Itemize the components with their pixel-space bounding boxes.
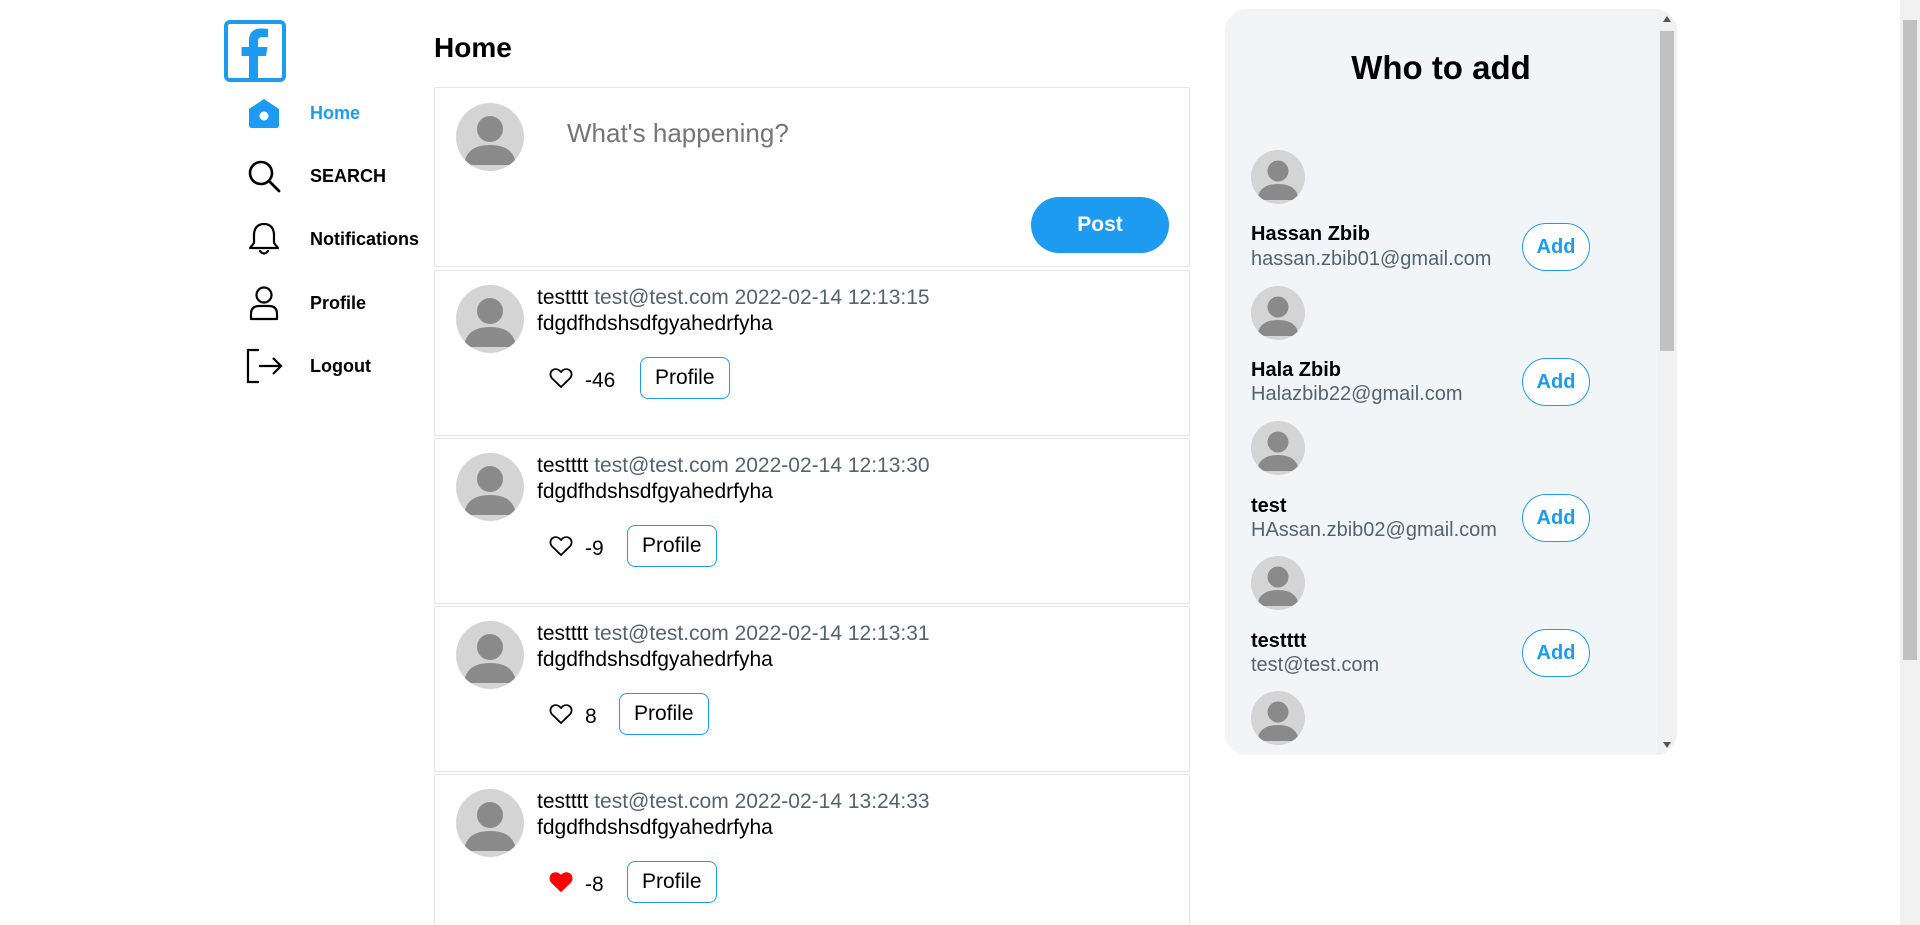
panel-scroll-thumb[interactable] [1660, 31, 1674, 351]
post-author-email: test@test.com [594, 790, 729, 813]
post-date: 2022-02-14 12:13:15 [734, 286, 930, 309]
post-date: 2022-02-14 12:13:31 [734, 622, 930, 645]
suggest-user-name: test [1251, 495, 1287, 517]
heart-icon [549, 535, 573, 562]
post-header: testttt test@test.com 2022-02-14 12:13:3… [537, 454, 930, 478]
post-author-name: testttt [537, 790, 589, 813]
facebook-logo-icon[interactable] [224, 20, 286, 82]
like-button[interactable]: -8 [549, 871, 604, 898]
sidebar-item-profile[interactable]: Profile [244, 278, 444, 328]
sidebar-item-label: Home [310, 102, 361, 123]
sidebar-item-label: SEARCH [310, 165, 387, 186]
like-count: -9 [585, 536, 604, 560]
heart-icon [549, 703, 573, 730]
avatar[interactable] [1251, 150, 1305, 204]
post-card: testttt test@test.com 2022-02-14 12:13:3… [434, 438, 1190, 604]
who-to-add-panel: Who to add Hassan Zbib hassan.zbib01@gma… [1225, 9, 1677, 755]
avatar[interactable] [456, 789, 524, 857]
avatar[interactable] [1251, 286, 1305, 340]
avatar[interactable] [1251, 691, 1305, 745]
post-composer: Post [434, 87, 1190, 267]
post-author-email: test@test.com [594, 622, 729, 645]
profile-button[interactable]: Profile [627, 861, 717, 903]
suggest-user-email: Halazbib22@gmail.com [1251, 383, 1463, 405]
post-text: fdgdfhdshsdfgyahedrfyha [537, 816, 773, 839]
like-count: -8 [585, 872, 604, 896]
post-header: testttt test@test.com 2022-02-14 13:24:3… [537, 790, 930, 814]
add-user-button[interactable]: Add [1522, 494, 1590, 542]
sidebar-item-home[interactable]: Home [244, 88, 444, 138]
sidebar-item-label: Notifications [310, 228, 420, 249]
suggest-user-email: hassan.zbib01@gmail.com [1251, 248, 1492, 270]
suggest-user-name: Hala Zbib [1251, 359, 1342, 381]
page-scroll-thumb[interactable] [1903, 20, 1917, 660]
suggest-user-email: HAssan.zbib02@gmail.com [1251, 519, 1497, 541]
compose-input[interactable] [567, 118, 1127, 149]
panel-title: Who to add [1351, 49, 1531, 86]
home-icon [244, 93, 284, 133]
profile-button[interactable]: Profile [627, 525, 717, 567]
sidebar-item-logout[interactable]: Logout [244, 341, 444, 391]
avatar[interactable] [1251, 556, 1305, 610]
scroll-down-icon[interactable] [1663, 742, 1671, 748]
post-card: testttt test@test.com 2022-02-14 12:13:3… [434, 606, 1190, 772]
heart-icon [549, 367, 573, 394]
add-user-button[interactable]: Add [1522, 629, 1590, 677]
heart-filled-icon [549, 871, 573, 898]
logout-icon [244, 346, 284, 386]
sidebar-item-notifications[interactable]: Notifications [244, 214, 444, 264]
like-count: -46 [585, 368, 616, 392]
post-author-email: test@test.com [594, 286, 729, 309]
like-button[interactable]: 8 [549, 703, 597, 730]
sidebar-item-label: Logout [310, 355, 371, 376]
search-icon [244, 156, 284, 196]
add-user-button[interactable]: Add [1522, 358, 1590, 406]
avatar[interactable] [456, 285, 524, 353]
post-date: 2022-02-14 13:24:33 [734, 790, 930, 813]
avatar [456, 103, 524, 171]
post-card: testttt test@test.com 2022-02-14 12:13:1… [434, 270, 1190, 436]
post-text: fdgdfhdshsdfgyahedrfyha [537, 480, 773, 503]
suggest-user-name: testttt [1251, 630, 1307, 652]
avatar[interactable] [456, 621, 524, 689]
like-button[interactable]: -9 [549, 535, 604, 562]
suggest-user-email: test@test.com [1251, 654, 1380, 676]
post-text: fdgdfhdshsdfgyahedrfyha [537, 648, 773, 671]
avatar[interactable] [1251, 421, 1305, 475]
bell-icon [244, 219, 284, 259]
profile-button[interactable]: Profile [640, 357, 730, 399]
scroll-up-icon[interactable] [1663, 16, 1671, 22]
suggest-user-name: Hassan Zbib [1251, 223, 1370, 245]
post-header: testttt test@test.com 2022-02-14 12:13:3… [537, 622, 930, 646]
post-card: testttt test@test.com 2022-02-14 13:24:3… [434, 774, 1190, 925]
sidebar-item-label: Profile [310, 292, 367, 313]
page-title: Home [434, 32, 512, 63]
post-author-name: testttt [537, 286, 589, 309]
add-user-button[interactable]: Add [1522, 223, 1590, 271]
app: Home SEARCH Notifications Profile Logout… [0, 0, 1920, 925]
post-date: 2022-02-14 12:13:30 [734, 454, 930, 477]
post-header: testttt test@test.com 2022-02-14 12:13:1… [537, 286, 930, 310]
post-text: fdgdfhdshsdfgyahedrfyha [537, 312, 773, 335]
sidebar-item-search[interactable]: SEARCH [244, 151, 444, 201]
post-author-name: testttt [537, 622, 589, 645]
like-count: 8 [585, 704, 597, 728]
post-author-name: testttt [537, 454, 589, 477]
panel-scrollbar[interactable] [1657, 9, 1677, 755]
like-button[interactable]: -46 [549, 367, 615, 394]
avatar[interactable] [456, 453, 524, 521]
post-button[interactable]: Post [1031, 197, 1169, 253]
user-icon [244, 283, 284, 323]
profile-button[interactable]: Profile [619, 693, 709, 735]
page-scrollbar[interactable] [1900, 0, 1920, 925]
post-author-email: test@test.com [594, 454, 729, 477]
